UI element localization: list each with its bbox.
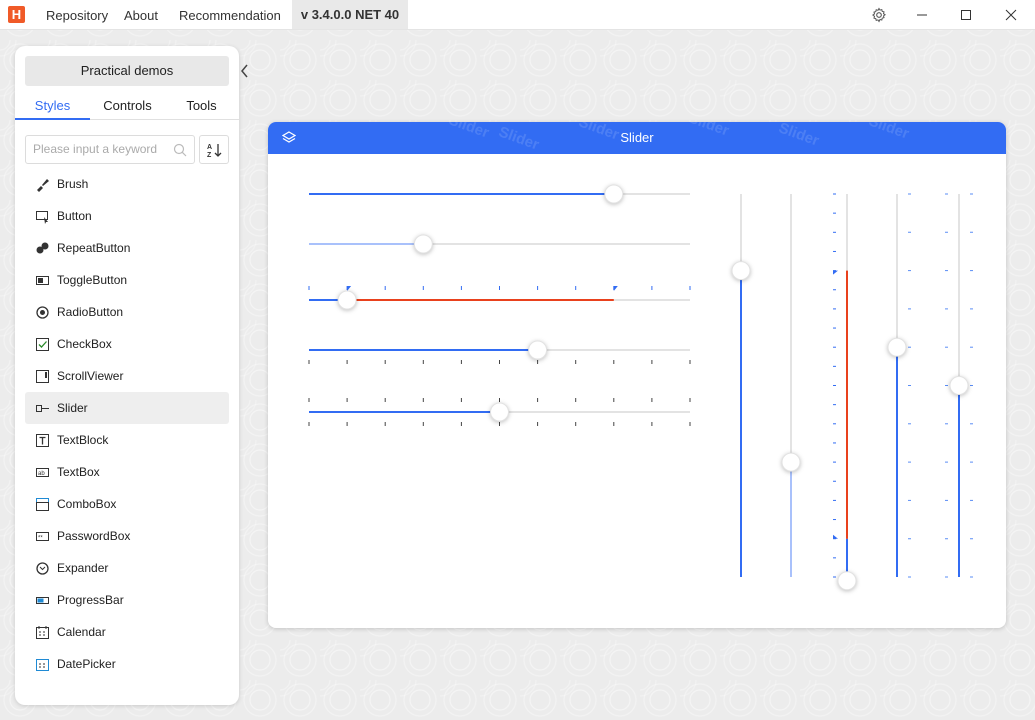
calendar-icon [35, 625, 50, 640]
slider-canvas [308, 184, 973, 591]
sort-button[interactable]: AZ [199, 135, 229, 164]
horizontal-slider-thumb[interactable] [528, 340, 548, 360]
list-item-label: ComboBox [57, 497, 117, 511]
expander-icon [35, 561, 50, 576]
range-marker [613, 286, 618, 291]
list-item-label: ProgressBar [57, 593, 124, 607]
menu-repository[interactable]: Repository [46, 8, 108, 23]
maximize-icon[interactable] [944, 0, 988, 29]
collapse-panel-icon[interactable] [238, 62, 252, 80]
list-item-textblock[interactable]: TextBlock [25, 424, 229, 456]
vertical-slider-thumb[interactable] [949, 376, 969, 395]
gear-icon[interactable] [857, 0, 901, 29]
passwordbox-icon: ** [35, 529, 50, 544]
list-item-togglebutton[interactable]: ToggleButton [25, 264, 229, 296]
list-item-checkbox[interactable]: CheckBox [25, 328, 229, 360]
list-item-radiobutton[interactable]: RadioButton [25, 296, 229, 328]
range-marker [833, 270, 838, 275]
toggle-button-icon [35, 273, 50, 288]
textbox-icon: ab [35, 465, 50, 480]
title-bar: H Repository About Recommendation v 3.4.… [0, 0, 1035, 30]
textblock-icon [35, 433, 50, 448]
list-item-label: CheckBox [57, 337, 112, 351]
version-label: v 3.4.0.0 NET 40 [292, 0, 408, 29]
horizontal-slider-thumb[interactable] [337, 290, 357, 310]
list-item-slider[interactable]: Slider [25, 392, 229, 424]
scrollviewer-icon [35, 369, 50, 384]
list-item-repeatbutton[interactable]: RepeatButton [25, 232, 229, 264]
repeat-button-icon [35, 241, 50, 256]
list-item-expander[interactable]: Expander [25, 552, 229, 584]
range-marker [347, 286, 352, 291]
list-item-brush[interactable]: Brush [25, 168, 229, 200]
list-item-label: TextBox [57, 465, 100, 479]
list-item-label: TextBlock [57, 433, 109, 447]
list-item-label: Expander [57, 561, 109, 575]
svg-text:A: A [207, 144, 212, 151]
list-item-passwordbox[interactable]: ** PasswordBox [25, 520, 229, 552]
horizontal-slider-thumb[interactable] [490, 402, 509, 422]
list-item-label: RepeatButton [57, 241, 131, 255]
app-logo: H [8, 6, 25, 23]
vertical-slider-thumb[interactable] [837, 571, 857, 591]
list-item-button[interactable]: Button [25, 200, 229, 232]
softpedia-watermark: SOFTPEDIA [30, 666, 188, 696]
radio-button-icon [35, 305, 50, 320]
list-item-label: PasswordBox [57, 529, 131, 543]
progressbar-icon [35, 593, 50, 608]
svg-text:Z: Z [207, 152, 212, 158]
tab-bar: Styles Controls Tools [15, 94, 239, 120]
search-input[interactable]: Please input a keyword [25, 135, 195, 164]
list-item-progressbar[interactable]: ProgressBar [25, 584, 229, 616]
tab-controls[interactable]: Controls [90, 98, 165, 113]
tab-underline [15, 118, 90, 120]
button-icon [35, 209, 50, 224]
list-item-scrollviewer[interactable]: ScrollViewer [25, 360, 229, 392]
minimize-icon[interactable] [900, 0, 944, 29]
menu-about[interactable]: About [124, 8, 158, 23]
tab-styles[interactable]: Styles [15, 98, 90, 113]
list-item-calendar[interactable]: Calendar [25, 616, 229, 648]
list-item-label: Button [57, 209, 92, 223]
list-item-label: Calendar [57, 625, 106, 639]
vertical-slider-thumb[interactable] [781, 452, 801, 472]
slider-icon [35, 401, 50, 416]
list-item-label: Brush [57, 177, 89, 191]
practical-demos-button[interactable]: Practical demos [25, 56, 229, 86]
list-item-combobox[interactable]: ComboBox [25, 488, 229, 520]
horizontal-slider-thumb[interactable] [413, 234, 433, 254]
list-item-label: ToggleButton [57, 273, 128, 287]
svg-text:**: ** [38, 535, 43, 541]
slider-card: Slider Slider Slider Slider Slider Slide… [268, 122, 1006, 628]
control-list: Brush Button RepeatButton ToggleButton Radio… [25, 168, 229, 680]
vertical-slider-thumb[interactable] [887, 337, 907, 357]
brush-icon [35, 177, 50, 192]
left-panel: Practical demos Styles Controls Tools Pl… [15, 46, 239, 705]
sort-az-icon: AZ [207, 143, 222, 158]
svg-text:ab: ab [38, 471, 45, 477]
close-icon[interactable] [989, 0, 1033, 29]
list-item-label: RadioButton [57, 305, 124, 319]
search-placeholder: Please input a keyword [33, 142, 158, 156]
menu-recommendation[interactable]: Recommendation [179, 8, 281, 23]
range-marker [833, 534, 838, 539]
list-item-label: ScrollViewer [57, 369, 124, 383]
horizontal-slider-thumb[interactable] [604, 184, 624, 204]
search-icon[interactable] [173, 143, 187, 157]
list-item-textbox[interactable]: ab TextBox [25, 456, 229, 488]
tab-tools[interactable]: Tools [164, 98, 239, 113]
vertical-slider-thumb[interactable] [731, 261, 751, 281]
list-item-label: Slider [57, 401, 88, 415]
checkbox-icon [35, 337, 50, 352]
combobox-icon [35, 497, 50, 512]
